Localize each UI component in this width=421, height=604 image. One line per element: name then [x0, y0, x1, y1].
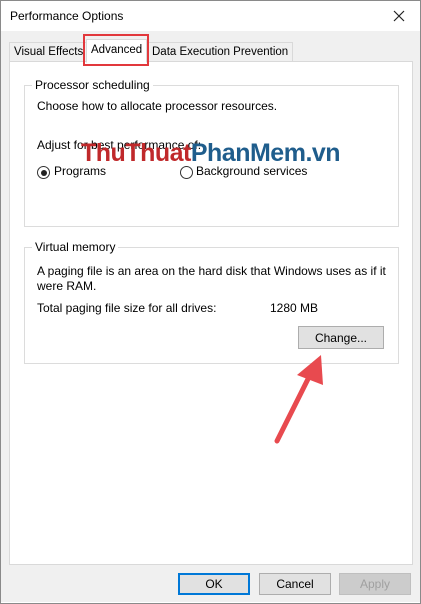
virtual-memory-description-line2: were RAM. [37, 279, 97, 293]
tab-data-execution-prevention[interactable]: Data Execution Prevention [147, 42, 294, 61]
total-paging-value: 1280 MB [270, 301, 319, 315]
ok-button[interactable]: OK [178, 573, 250, 595]
tab-highlight-box [83, 34, 149, 66]
virtual-memory-group: Virtual memory A paging file is an area … [24, 240, 399, 364]
watermark-part1: ThuThuat [81, 139, 191, 167]
total-paging-label: Total paging file size for all drives: [37, 301, 217, 315]
ok-button-label: OK [205, 577, 223, 591]
change-button[interactable]: Change... [298, 326, 384, 349]
cancel-button-label: Cancel [276, 577, 314, 591]
close-button[interactable] [385, 4, 413, 28]
watermark-part3: .vn [305, 139, 341, 167]
tab-label: Data Execution Prevention [152, 46, 289, 58]
dialog-client-area: Visual Effects Advanced Data Execution P… [1, 31, 420, 602]
window-title: Performance Options [10, 9, 124, 23]
tab-visual-effects[interactable]: Visual Effects [9, 42, 89, 61]
apply-button-label: Apply [359, 577, 391, 591]
radio-programs-indicator[interactable] [37, 166, 50, 179]
change-button-label: Change... [314, 330, 368, 345]
watermark-logo: ThuThuatPhanMem.vn [81, 139, 341, 168]
tab-label: Visual Effects [14, 46, 84, 58]
processor-description: Choose how to allocate processor resourc… [37, 99, 278, 113]
cancel-button[interactable]: Cancel [259, 573, 331, 595]
processor-scheduling-heading: Processor scheduling [32, 78, 153, 92]
advanced-tab-panel: Processor scheduling Choose how to alloc… [9, 61, 413, 565]
virtual-memory-heading: Virtual memory [32, 240, 119, 254]
close-icon [393, 10, 405, 22]
virtual-memory-description-line1: A paging file is an area on the hard dis… [37, 264, 386, 278]
title-bar: Performance Options [1, 1, 420, 31]
watermark-part2: PhanMem [190, 139, 306, 167]
apply-button[interactable]: Apply [339, 573, 411, 595]
pointer-arrow-icon [274, 355, 323, 444]
